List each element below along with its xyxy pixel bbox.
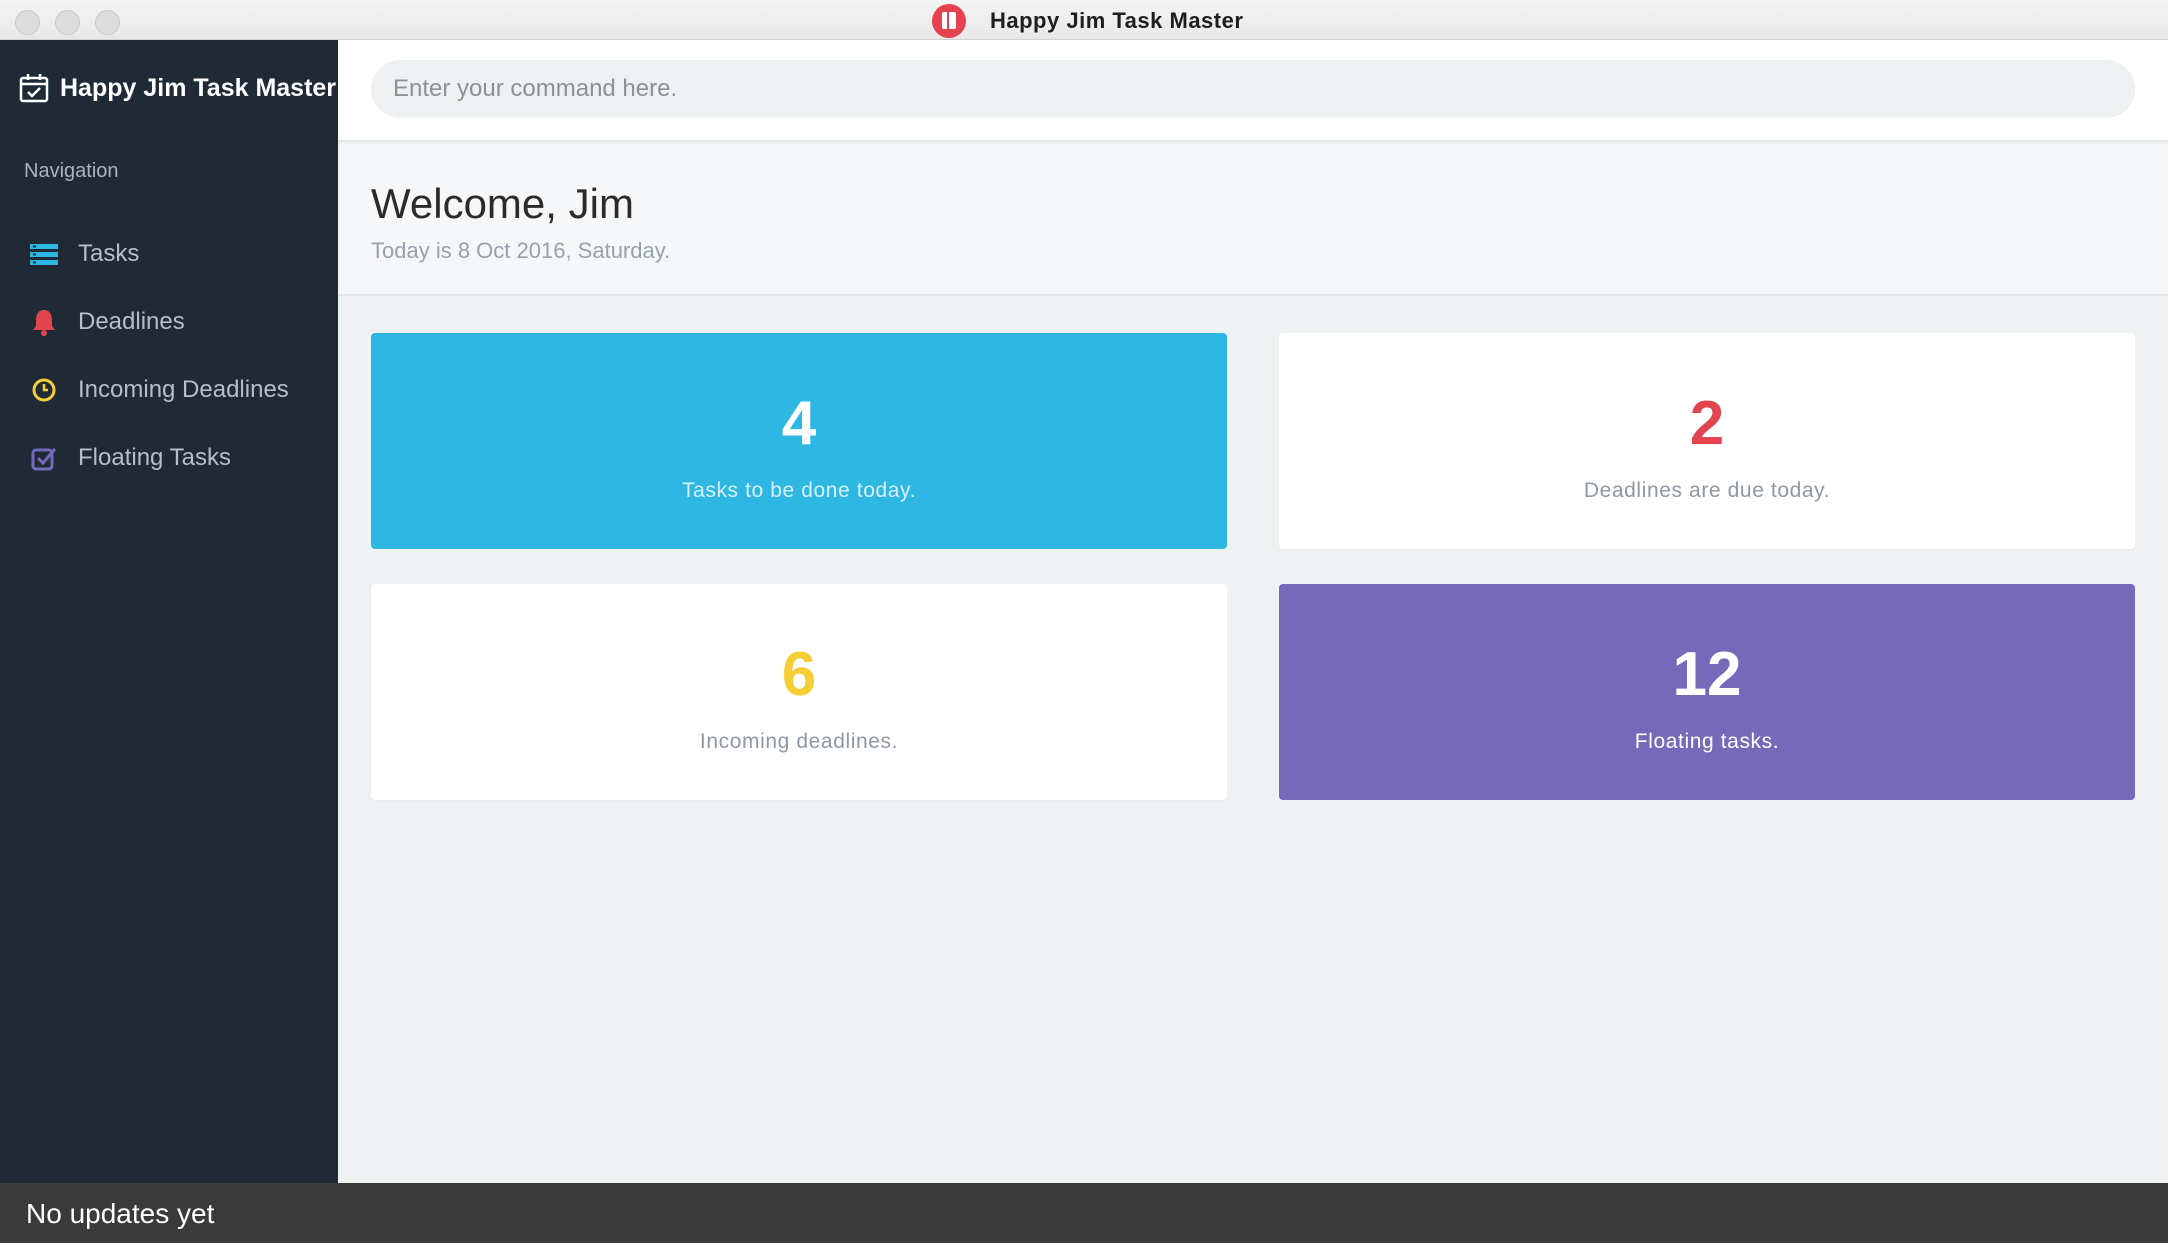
command-bar	[338, 40, 2168, 142]
floating-tasks-count: 12	[1672, 640, 1742, 709]
incoming-deadlines-card[interactable]: 6 Incoming deadlines.	[371, 584, 1227, 800]
sidebar-item-floating-tasks[interactable]: Floating Tasks	[0, 424, 338, 492]
floating-tasks-label: Floating tasks.	[1634, 730, 1780, 753]
window-title-group: Happy Jim Task Master	[932, 4, 1244, 38]
tasks-today-card[interactable]: 4 Tasks to be done today.	[371, 333, 1227, 549]
zoom-window-button[interactable]	[95, 10, 120, 35]
window-title: Happy Jim Task Master	[990, 8, 1244, 33]
tasks-today-label: Tasks to be done today.	[681, 479, 917, 502]
welcome-header: Welcome, Jim Today is 8 Oct 2016, Saturd…	[338, 144, 2168, 296]
deadlines-today-label: Deadlines are due today.	[1583, 479, 1831, 502]
status-bar: No updates yet	[0, 1183, 2168, 1243]
calendar-check-icon	[19, 74, 49, 103]
bell-icon	[30, 308, 58, 336]
date-subtitle: Today is 8 Oct 2016, Saturday.	[371, 238, 671, 263]
sidebar-item-label: Floating Tasks	[78, 444, 231, 471]
window-titlebar: Happy Jim Task Master	[0, 0, 2168, 40]
command-input[interactable]	[371, 60, 2135, 118]
tasks-list-icon	[30, 240, 58, 268]
deadlines-today-count: 2	[1689, 389, 1725, 458]
page-title: Welcome, Jim	[371, 180, 634, 227]
sidebar-item-tasks[interactable]: Tasks	[0, 220, 338, 288]
main-content: Welcome, Jim Today is 8 Oct 2016, Saturd…	[338, 40, 2168, 1183]
brand-title: Happy Jim Task Master	[60, 73, 337, 102]
nav-list: Tasks Deadlines Incoming Deadlines Float…	[0, 220, 338, 492]
clock-icon	[30, 376, 58, 404]
sidebar-item-incoming-deadlines[interactable]: Incoming Deadlines	[0, 356, 338, 424]
sidebar-item-label: Tasks	[78, 240, 140, 267]
sidebar-item-label: Deadlines	[78, 308, 185, 335]
floating-tasks-card[interactable]: 12 Floating tasks.	[1279, 584, 2135, 800]
brand[interactable]: Happy Jim Task Master	[18, 72, 336, 104]
close-window-button[interactable]	[15, 10, 40, 35]
deadlines-today-card[interactable]: 2 Deadlines are due today.	[1279, 333, 2135, 549]
checkbox-icon	[30, 444, 58, 472]
tasks-today-count: 4	[781, 389, 817, 458]
nav-heading: Navigation	[24, 160, 119, 182]
incoming-deadlines-label: Incoming deadlines.	[699, 730, 899, 753]
sidebar-item-label: Incoming Deadlines	[78, 376, 289, 403]
incoming-deadlines-count: 6	[781, 640, 817, 709]
sidebar-item-deadlines[interactable]: Deadlines	[0, 288, 338, 356]
status-text: No updates yet	[26, 1198, 215, 1229]
sidebar: Happy Jim Task Master Navigation Tasks D…	[0, 40, 338, 1183]
minimize-window-button[interactable]	[55, 10, 80, 35]
app-icon	[932, 4, 966, 38]
